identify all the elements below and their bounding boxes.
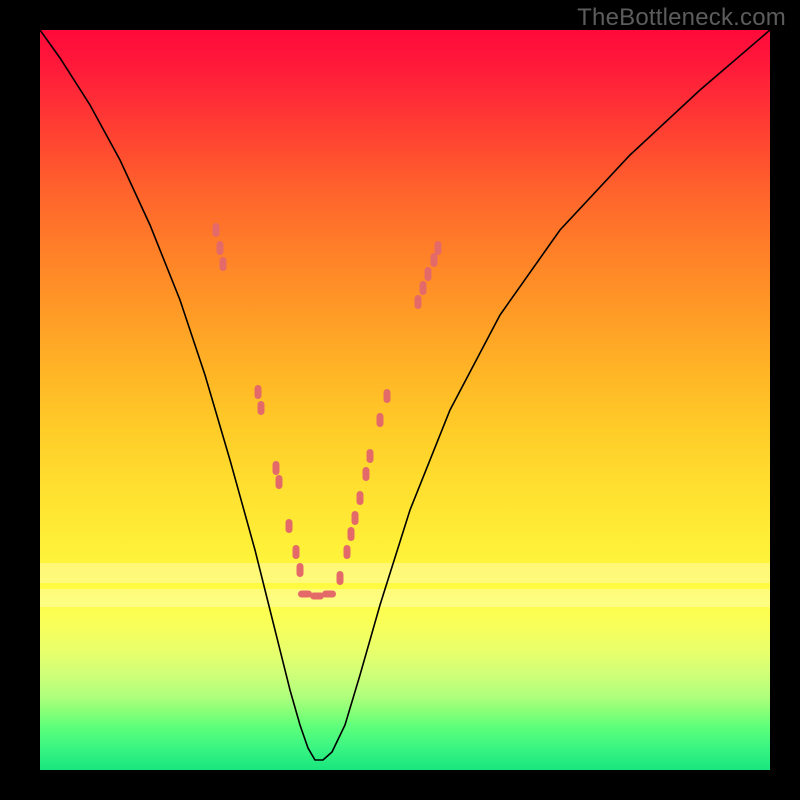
curve-marker xyxy=(384,389,391,403)
curve-marker xyxy=(337,571,344,585)
curve-marker xyxy=(286,519,293,533)
curve-marker xyxy=(273,461,280,475)
curve-marker xyxy=(348,527,355,541)
curve-marker xyxy=(352,511,359,525)
bottleneck-curve xyxy=(40,30,770,760)
curve-marker xyxy=(255,385,262,399)
curve-marker xyxy=(217,241,224,255)
chart-frame: TheBottleneck.com xyxy=(0,0,800,800)
plot-area xyxy=(40,30,770,770)
curve-marker xyxy=(420,281,427,295)
curve-marker xyxy=(293,545,300,559)
curve-marker xyxy=(213,223,220,237)
pale-band xyxy=(40,589,770,607)
pale-bands-layer xyxy=(40,563,770,607)
curve-marker xyxy=(220,257,227,271)
curve-marker xyxy=(310,593,324,600)
curve-marker xyxy=(297,563,304,577)
curve-marker xyxy=(258,401,265,415)
curve-marker xyxy=(357,491,364,505)
markers-layer xyxy=(213,223,442,600)
curve-marker xyxy=(322,591,336,598)
curve-marker xyxy=(367,449,374,463)
watermark-text: TheBottleneck.com xyxy=(577,4,786,32)
curve-marker xyxy=(435,241,442,255)
curve-marker xyxy=(344,545,351,559)
curve-marker xyxy=(425,267,432,281)
curve-marker xyxy=(276,475,283,489)
curve-marker xyxy=(377,413,384,427)
chart-svg xyxy=(40,30,770,770)
curve-marker xyxy=(431,253,438,267)
curve-marker xyxy=(298,591,312,598)
pale-band xyxy=(40,563,770,583)
curve-marker xyxy=(415,295,422,309)
curve-marker xyxy=(363,467,370,481)
